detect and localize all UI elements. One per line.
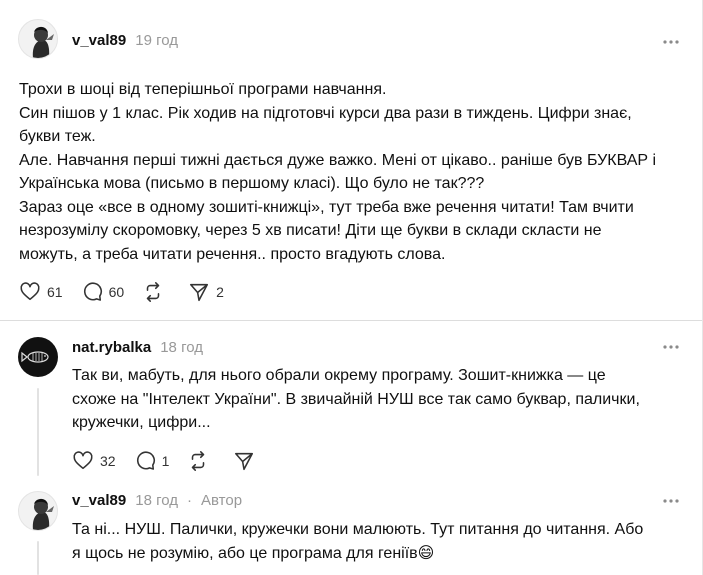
send-icon: [190, 283, 209, 302]
reply-button[interactable]: 1: [134, 450, 170, 472]
speech-bubble-icon: [83, 282, 102, 301]
username[interactable]: nat.rybalka: [72, 339, 151, 356]
separator: ·: [187, 492, 192, 509]
repost-icon: [146, 282, 160, 302]
timestamp[interactable]: 18 год: [135, 492, 178, 509]
post-actions: 32 1: [72, 450, 279, 472]
username[interactable]: v_val89: [72, 32, 126, 49]
text-line: Трохи в шоці від теперішньої програми на…: [19, 81, 387, 98]
reply-button[interactable]: 60: [81, 281, 125, 303]
send-icon: [235, 452, 254, 471]
like-button[interactable]: 61: [19, 281, 63, 303]
post-actions: 61 60 2: [19, 281, 242, 303]
heart-icon: [20, 282, 40, 301]
text-line: Та ні... НУШ. Палички, кружечки вони мал…: [72, 521, 644, 538]
more-button[interactable]: [660, 336, 682, 358]
text-line: Так ви, мабуть, для нього обрали окрему …: [72, 367, 606, 384]
text-line: Але. Навчання перші тижні дається дуже в…: [19, 151, 657, 169]
text-line: незрозумілу скоромовку, через 5 хв писат…: [19, 222, 602, 239]
avatar[interactable]: [18, 491, 58, 531]
repost-button[interactable]: [142, 281, 170, 303]
post-divider: [0, 320, 702, 321]
text-line: схоже на "Інтелект України". В звичайній…: [72, 390, 640, 408]
more-icon: [663, 345, 679, 349]
post-text: Та ні... НУШ. Палички, кружечки вони мал…: [72, 518, 643, 565]
thread-line: [37, 388, 39, 476]
text-line: можуть, а треба читати речення.. просто …: [19, 245, 446, 263]
author-label: Автор: [201, 492, 243, 509]
repost-button[interactable]: [187, 450, 215, 472]
reply-count: 60: [108, 284, 125, 300]
more-icon: [663, 40, 679, 44]
timestamp[interactable]: 18 год: [160, 339, 203, 356]
share-count: 2: [216, 284, 224, 300]
avatar[interactable]: [18, 19, 58, 59]
username[interactable]: v_val89: [72, 492, 126, 509]
repost-icon: [192, 451, 205, 471]
share-button[interactable]: 2: [188, 281, 224, 303]
avatar[interactable]: [18, 337, 58, 377]
reply-count: 1: [161, 453, 170, 469]
text-line: букви теж.: [19, 128, 96, 145]
timestamp[interactable]: 19 год: [135, 32, 178, 49]
heart-icon: [73, 451, 93, 470]
speech-bubble-icon: [136, 451, 155, 470]
post-text: Так ви, мабуть, для нього обрали окрему …: [72, 364, 640, 435]
text-line: кружечки, цифри...: [72, 414, 211, 431]
post-header: v_val89 19 год: [72, 32, 178, 49]
share-button[interactable]: [233, 450, 261, 472]
post-header: v_val89 18 год · Автор: [72, 492, 242, 509]
like-count: 61: [47, 284, 63, 300]
more-button[interactable]: [660, 490, 682, 512]
thread-line: [37, 541, 39, 575]
like-button[interactable]: 32: [72, 450, 116, 472]
like-count: 32: [100, 453, 116, 469]
text-line: Син пішов у 1 клас. Рік ходив на підгото…: [19, 104, 632, 122]
post-text: Трохи в шоці від теперішньої програми на…: [19, 78, 656, 266]
post-header: nat.rybalka 18 год: [72, 339, 203, 356]
text-line: Українська мова (письмо в першому класі)…: [19, 175, 485, 192]
more-button[interactable]: [660, 31, 682, 53]
text-line: Зараз оце «все в одному зошиті-книжці», …: [19, 198, 634, 216]
more-icon: [663, 499, 679, 503]
text-line: я щось не розумію, або це програма для г…: [72, 544, 435, 562]
